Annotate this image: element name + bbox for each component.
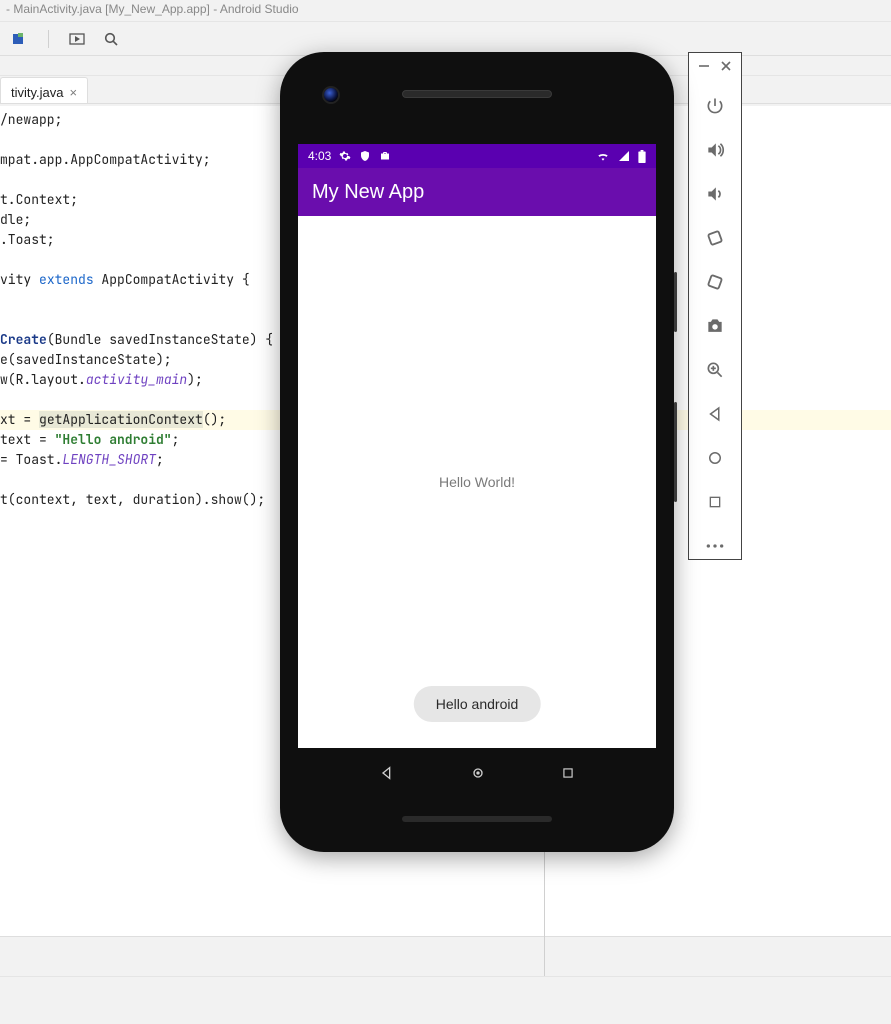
power-icon[interactable] xyxy=(702,93,728,119)
search-icon[interactable] xyxy=(103,31,119,47)
toolbar-separator xyxy=(48,30,49,48)
status-bar xyxy=(0,936,891,976)
close-icon[interactable] xyxy=(719,59,733,73)
rotate-left-icon[interactable] xyxy=(702,225,728,251)
back-icon[interactable] xyxy=(702,401,728,427)
home-icon[interactable] xyxy=(702,445,728,471)
volume-down-icon[interactable] xyxy=(702,181,728,207)
window-title: - MainActivity.java [My_New_App.app] - A… xyxy=(6,2,299,16)
android-nav-bar xyxy=(298,748,656,798)
tab-label: tivity.java xyxy=(11,85,64,100)
wifi-icon xyxy=(596,150,610,162)
toast-message: Hello android xyxy=(414,686,541,722)
device-speaker-top xyxy=(402,90,552,98)
nav-recent-icon[interactable] xyxy=(561,766,575,780)
window-titlebar: - MainActivity.java [My_New_App.app] - A… xyxy=(0,0,891,22)
device-camera xyxy=(324,88,338,102)
zoom-icon[interactable] xyxy=(702,357,728,383)
attach-debugger-icon[interactable] xyxy=(12,31,28,47)
emulator-control-panel xyxy=(688,52,742,560)
device-speaker-bottom xyxy=(402,816,552,822)
main-toolbar xyxy=(0,22,891,56)
gear-icon xyxy=(339,150,351,162)
minimize-icon[interactable] xyxy=(697,59,711,73)
signal-icon xyxy=(618,150,630,162)
battery-icon xyxy=(638,150,646,163)
app-title: My New App xyxy=(312,181,424,204)
shield-icon xyxy=(359,150,371,162)
volume-up-icon[interactable] xyxy=(702,137,728,163)
toast-text: Hello android xyxy=(436,696,519,712)
emulator-device: 4:03 xyxy=(280,52,674,852)
app-content: Hello World! Hello android xyxy=(298,216,656,748)
briefcase-icon xyxy=(379,150,391,162)
nav-back-icon[interactable] xyxy=(379,765,395,781)
device-screen[interactable]: 4:03 xyxy=(298,144,656,798)
device-side-button xyxy=(674,402,677,502)
android-status-bar: 4:03 xyxy=(298,144,656,168)
camera-icon[interactable] xyxy=(702,313,728,339)
rotate-right-icon[interactable] xyxy=(702,269,728,295)
hello-world-text: Hello World! xyxy=(439,474,515,490)
device-side-button xyxy=(674,272,677,332)
tab-mainactivity[interactable]: tivity.java × xyxy=(0,77,88,103)
app-action-bar: My New App xyxy=(298,168,656,216)
close-icon[interactable]: × xyxy=(70,85,78,100)
overview-icon[interactable] xyxy=(702,489,728,515)
nav-home-icon[interactable] xyxy=(470,765,486,781)
more-icon[interactable] xyxy=(702,533,728,559)
run-target-icon[interactable] xyxy=(69,31,85,47)
clock-label: 4:03 xyxy=(308,149,331,163)
